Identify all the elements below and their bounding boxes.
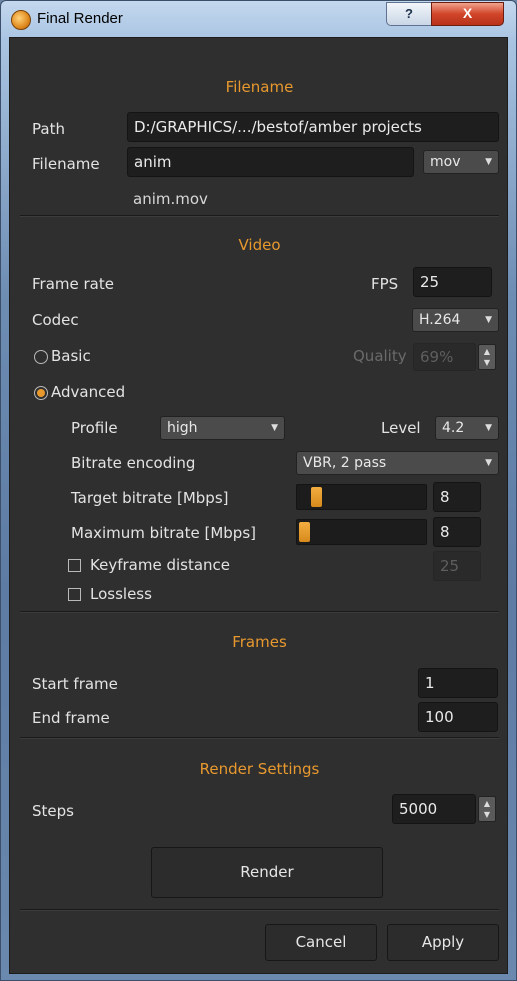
spin-down-icon: ▼: [483, 358, 491, 367]
cancel-button[interactable]: Cancel: [265, 924, 377, 961]
render-button[interactable]: Render: [151, 847, 383, 898]
end-frame-field[interactable]: 100: [418, 702, 498, 732]
section-title-filename: Filename: [225, 78, 294, 96]
bitrate-encoding-value: VBR, 2 pass: [303, 455, 387, 471]
bitrate-encoding-label: Bitrate encoding: [71, 454, 196, 472]
section-title-frames: Frames: [232, 633, 287, 651]
filename-field[interactable]: anim: [127, 147, 414, 177]
keyframe-field[interactable]: 25: [433, 551, 481, 581]
filename-preview: anim.mov: [133, 190, 208, 208]
slider-handle[interactable]: [311, 487, 322, 507]
level-value: 4.2: [442, 420, 465, 436]
keyframe-checkbox[interactable]: [68, 559, 81, 572]
max-bitrate-field[interactable]: 8: [433, 517, 481, 547]
quality-field[interactable]: 69%: [413, 343, 476, 371]
level-dropdown[interactable]: 4.2 ▼: [435, 416, 499, 440]
advanced-label: Advanced: [51, 383, 126, 401]
spin-up-icon: ▲: [483, 799, 491, 808]
lossless-checkbox[interactable]: [68, 588, 81, 601]
bitrate-encoding-dropdown[interactable]: VBR, 2 pass ▼: [296, 451, 499, 475]
basic-label: Basic: [51, 347, 91, 365]
divider: [20, 737, 499, 739]
fps-field[interactable]: 25: [413, 267, 492, 297]
lossless-label: Lossless: [90, 585, 152, 603]
target-bitrate-slider[interactable]: [296, 484, 427, 510]
codec-label: Codec: [32, 311, 79, 329]
format-value: mov: [430, 154, 461, 170]
spin-down-icon: ▼: [483, 810, 491, 819]
steps-spin[interactable]: ▲ ▼: [478, 796, 496, 822]
close-button[interactable]: X: [431, 2, 504, 26]
divider: [20, 611, 499, 613]
app-icon: [11, 10, 31, 30]
profile-dropdown[interactable]: high ▼: [160, 416, 285, 440]
chevron-down-icon: ▼: [485, 315, 492, 325]
quality-label: Quality: [353, 347, 407, 365]
target-bitrate-label: Target bitrate [Mbps]: [71, 489, 229, 507]
end-frame-label: End frame: [32, 709, 110, 727]
apply-button[interactable]: Apply: [387, 924, 499, 961]
start-frame-label: Start frame: [32, 675, 118, 693]
path-field[interactable]: D:/GRAPHICS/.../bestof/amber projects: [127, 112, 499, 142]
level-label: Level: [381, 419, 421, 437]
help-button[interactable]: ?: [386, 2, 432, 26]
basic-radio[interactable]: [34, 350, 48, 364]
section-title-video: Video: [238, 236, 281, 254]
final-render-window: Final Render ? X Filename Path D:/GRAPHI…: [0, 0, 517, 981]
section-title-render-settings: Render Settings: [199, 760, 320, 778]
chevron-down-icon: ▼: [485, 157, 492, 167]
divider: [20, 215, 499, 217]
advanced-radio[interactable]: [34, 386, 48, 400]
target-bitrate-field[interactable]: 8: [433, 482, 481, 512]
codec-value: H.264: [419, 312, 461, 328]
spin-up-icon: ▲: [483, 347, 491, 356]
quality-spin[interactable]: ▲ ▼: [478, 344, 496, 370]
profile-label: Profile: [71, 419, 118, 437]
path-label: Path: [32, 120, 65, 138]
steps-label: Steps: [32, 802, 74, 820]
max-bitrate-label: Maximum bitrate [Mbps]: [71, 524, 256, 542]
chevron-down-icon: ▼: [485, 458, 492, 468]
start-frame-field[interactable]: 1: [418, 668, 498, 698]
profile-value: high: [167, 420, 198, 436]
title-bar[interactable]: Final Render ? X: [1, 1, 516, 37]
divider: [20, 909, 499, 911]
codec-dropdown[interactable]: H.264 ▼: [412, 308, 499, 332]
steps-field[interactable]: 5000: [392, 794, 476, 824]
dialog-panel: Filename Path D:/GRAPHICS/.../bestof/amb…: [9, 37, 508, 974]
fps-label: FPS: [371, 275, 399, 293]
chevron-down-icon: ▼: [271, 423, 278, 433]
filename-label: Filename: [32, 155, 100, 173]
window-title: Final Render: [37, 10, 123, 27]
format-dropdown[interactable]: mov ▼: [423, 150, 499, 174]
slider-handle[interactable]: [299, 522, 310, 542]
chevron-down-icon: ▼: [485, 423, 492, 433]
frame-rate-label: Frame rate: [32, 275, 114, 293]
max-bitrate-slider[interactable]: [296, 519, 427, 545]
keyframe-label: Keyframe distance: [90, 556, 231, 574]
